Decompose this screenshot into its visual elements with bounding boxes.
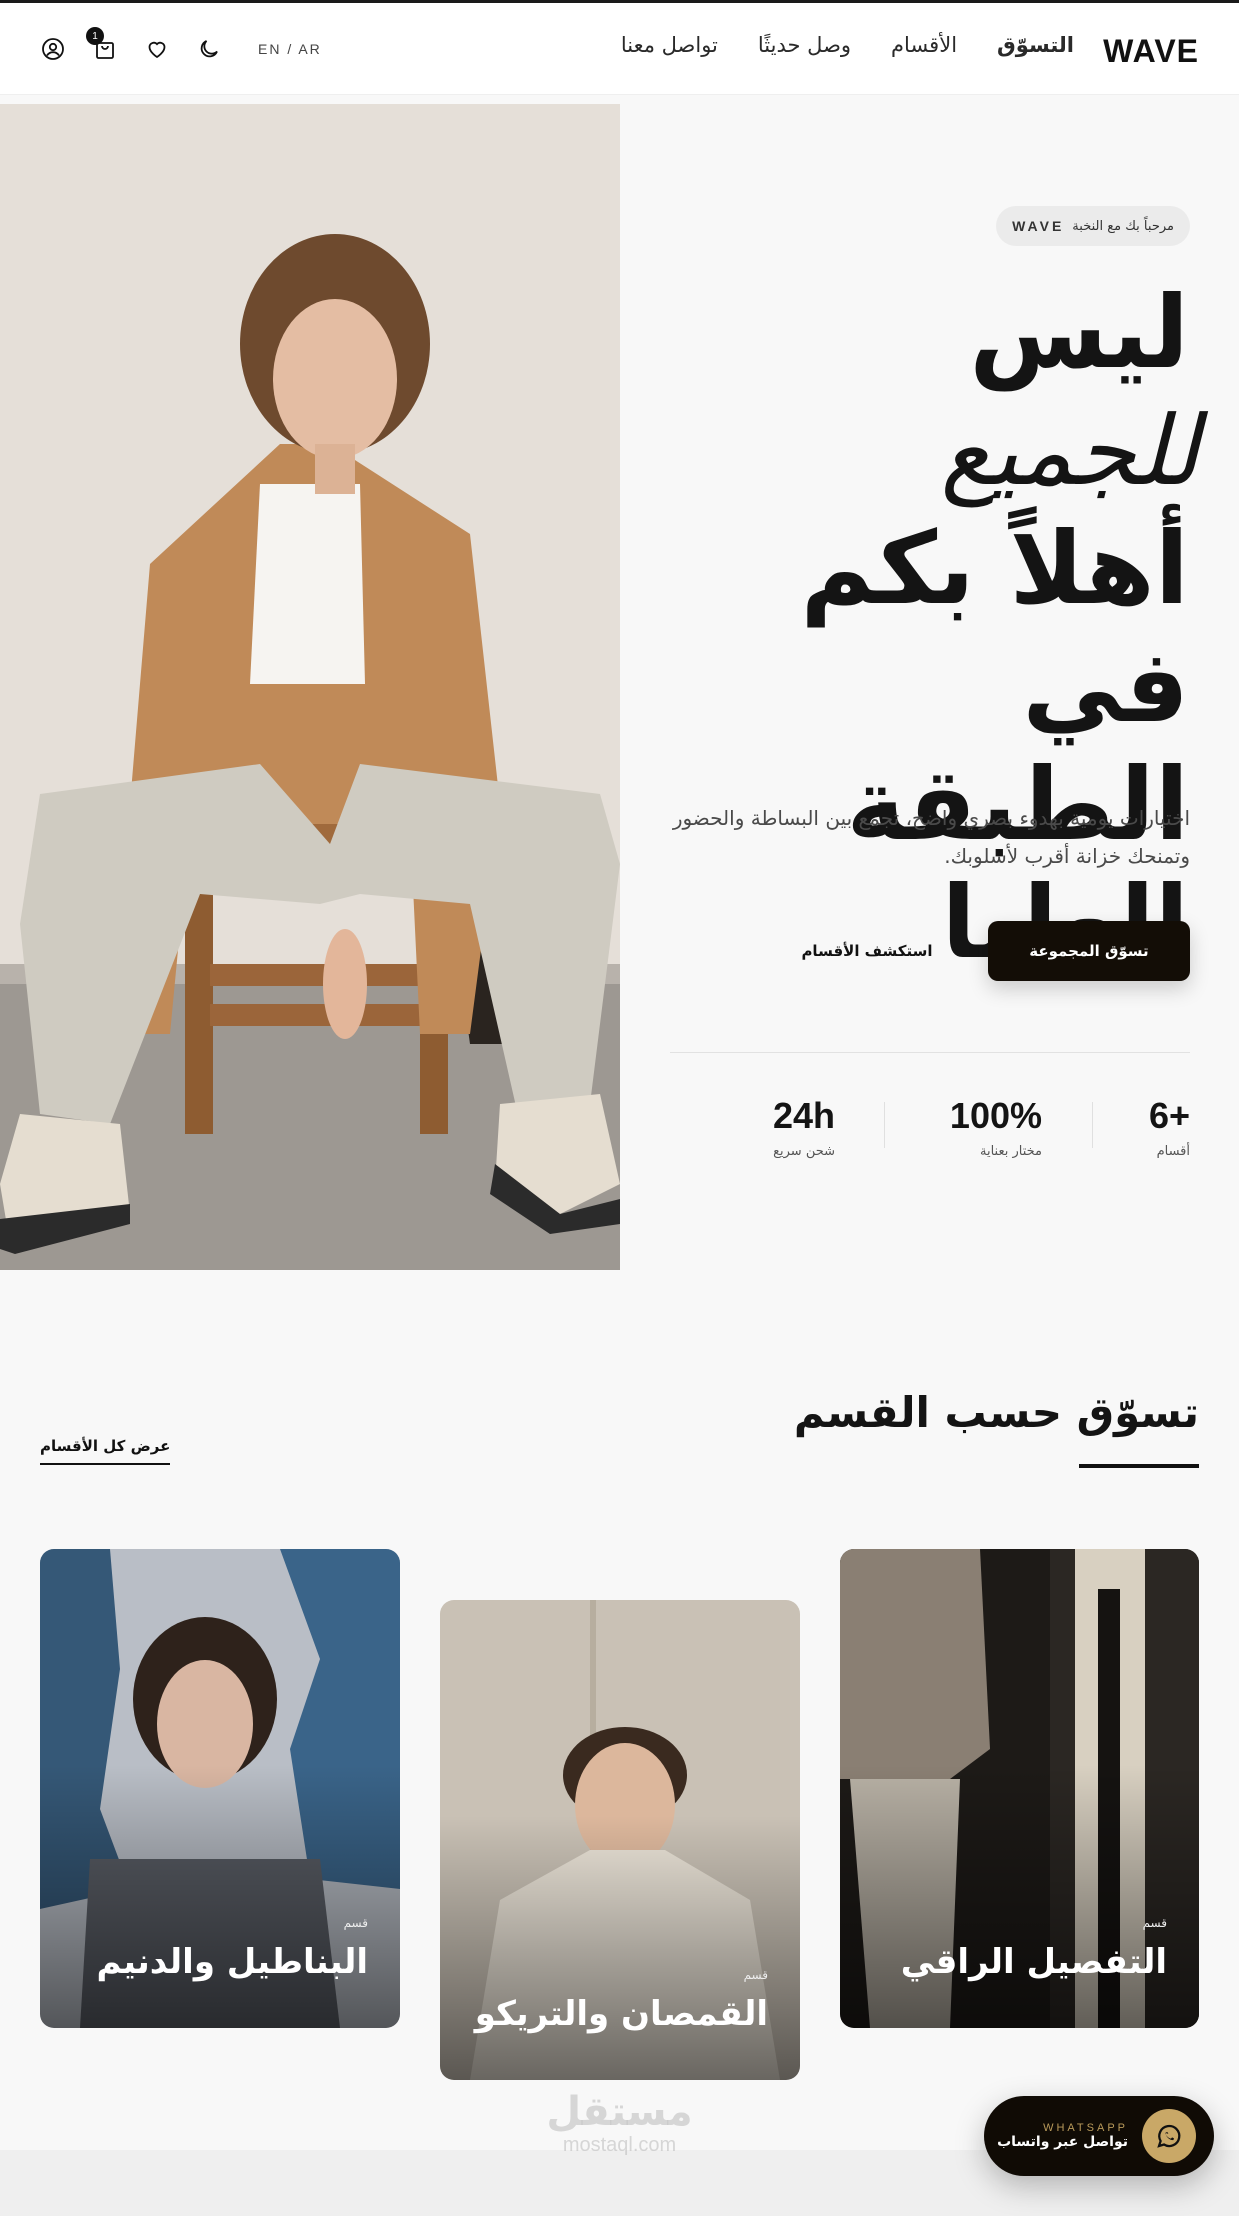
whatsapp-button[interactable]: WHATSAPP تواصل عبر واتساب (984, 2096, 1214, 2176)
cart-count-badge: 1 (86, 27, 104, 45)
card-title: القمصان والتريكو (474, 1994, 768, 2034)
card-title: البناطيل والدنيم (96, 1942, 368, 1982)
headline-line-2: للجميع (940, 395, 1199, 507)
stat-divider (884, 1102, 885, 1148)
stat-label: شحن سريع (773, 1144, 835, 1159)
cart-icon[interactable]: 1 (86, 27, 118, 62)
whatsapp-kicker: WHATSAPP (1043, 2122, 1128, 2134)
hero-headline: ليس للجميع أهلاً بكم في الطبقة العليا (640, 274, 1199, 982)
language-switch[interactable]: EN / AR (258, 41, 322, 57)
nav-new-arrivals[interactable]: وصل حديثًا (758, 33, 851, 57)
hero-stats: 6+ أقسام 100% مختار بعناية 24h شحن سريع (670, 1094, 1190, 1174)
hero-image (0, 104, 620, 1270)
hero-description: اختيارات يومية بهدوء بصري واضح، تجمع بين… (672, 806, 1190, 868)
welcome-pill: مرحباً بك مع النخبة WAVE (996, 206, 1190, 246)
nav-contact[interactable]: تواصل معنا (621, 33, 718, 57)
moon-icon[interactable] (196, 36, 222, 62)
section-title-underline (1079, 1464, 1199, 1468)
heart-icon[interactable] (144, 36, 170, 62)
stat-divider (1092, 1102, 1093, 1148)
header-actions: 1 EN / AR (40, 27, 322, 62)
stat-label: مختار بعناية (979, 1144, 1042, 1159)
category-card-denim[interactable]: قسم البناطيل والدنيم (40, 1549, 400, 2028)
category-card-tailoring[interactable]: قسم التفصيل الراقي (840, 1549, 1199, 2028)
whatsapp-text: WHATSAPP تواصل عبر واتساب (997, 2122, 1128, 2150)
card-title: التفصيل الراقي (900, 1942, 1167, 1982)
main-nav: التسوّق الأقسام وصل حديثًا تواصل معنا (621, 33, 1074, 57)
nav-shop[interactable]: التسوّق (997, 33, 1074, 57)
account-icon[interactable] (40, 36, 66, 62)
site-header: WAVE التسوّق الأقسام وصل حديثًا تواصل مع… (0, 3, 1239, 95)
stat-categories: 6+ أقسام (1149, 1094, 1190, 1159)
hero-divider (670, 1052, 1190, 1053)
stat-value: 100% (949, 1095, 1042, 1136)
stat-value: 6+ (1148, 1095, 1190, 1136)
welcome-brand: WAVE (1012, 218, 1065, 234)
category-card-shirts[interactable]: قسم القمصان والتريكو (440, 1600, 800, 2080)
welcome-text: مرحباً بك مع النخبة (1072, 218, 1174, 234)
explore-categories-button[interactable]: استكشف الأقسام (782, 921, 952, 981)
headline-line-3: أهلاً بكم في (800, 510, 1189, 745)
whatsapp-icon (1142, 2109, 1196, 2163)
card-tag: قسم (743, 1968, 768, 1982)
stat-label: أقسام (1156, 1144, 1190, 1159)
card-shade (40, 1764, 400, 2028)
hero-content: مرحباً بك مع النخبة WAVE ليس للجميع أهلا… (640, 104, 1239, 1270)
whatsapp-label: تواصل عبر واتساب (997, 2134, 1128, 2150)
card-shade (840, 1764, 1199, 2028)
card-tag: قسم (343, 1916, 368, 1930)
stat-value: 24h (772, 1095, 835, 1136)
shop-collection-button[interactable]: تسوّق المجموعة (988, 921, 1190, 981)
card-tag: قسم (1142, 1916, 1167, 1930)
headline-line-1: ليس (969, 274, 1189, 391)
stat-curated: 100% مختار بعناية (950, 1094, 1042, 1159)
logo[interactable]: WAVE (1103, 33, 1199, 70)
nav-categories[interactable]: الأقسام (891, 33, 957, 57)
card-shade (440, 1816, 800, 2080)
stat-shipping: 24h شحن سريع (773, 1094, 835, 1159)
view-all-categories-link[interactable]: عرض كل الأقسام (40, 1437, 171, 1465)
section-title: تسوّق حسب القسم (793, 1388, 1199, 1437)
